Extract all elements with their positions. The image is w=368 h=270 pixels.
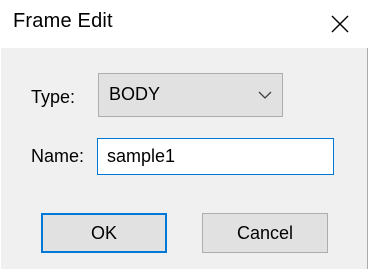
dialog-title: Frame Edit: [13, 10, 113, 32]
name-label: Name:: [31, 146, 85, 166]
close-button[interactable]: [322, 6, 358, 42]
close-icon: [331, 15, 349, 33]
type-dropdown[interactable]: BODY: [98, 73, 283, 117]
cancel-button[interactable]: Cancel: [202, 213, 328, 253]
cancel-button-label: Cancel: [236, 222, 294, 243]
ok-button-label: OK: [90, 222, 117, 243]
frame-edit-dialog: Frame Edit Type: BODY Name: OK Cancel: [0, 0, 368, 270]
title-bar: Frame Edit: [0, 0, 368, 48]
name-field-box: [97, 138, 334, 175]
ok-button[interactable]: OK: [41, 213, 167, 253]
type-dropdown-value: BODY: [109, 84, 161, 104]
chevron-down-icon: [258, 91, 272, 99]
name-field[interactable]: [98, 139, 333, 174]
type-label: Type:: [31, 87, 76, 107]
